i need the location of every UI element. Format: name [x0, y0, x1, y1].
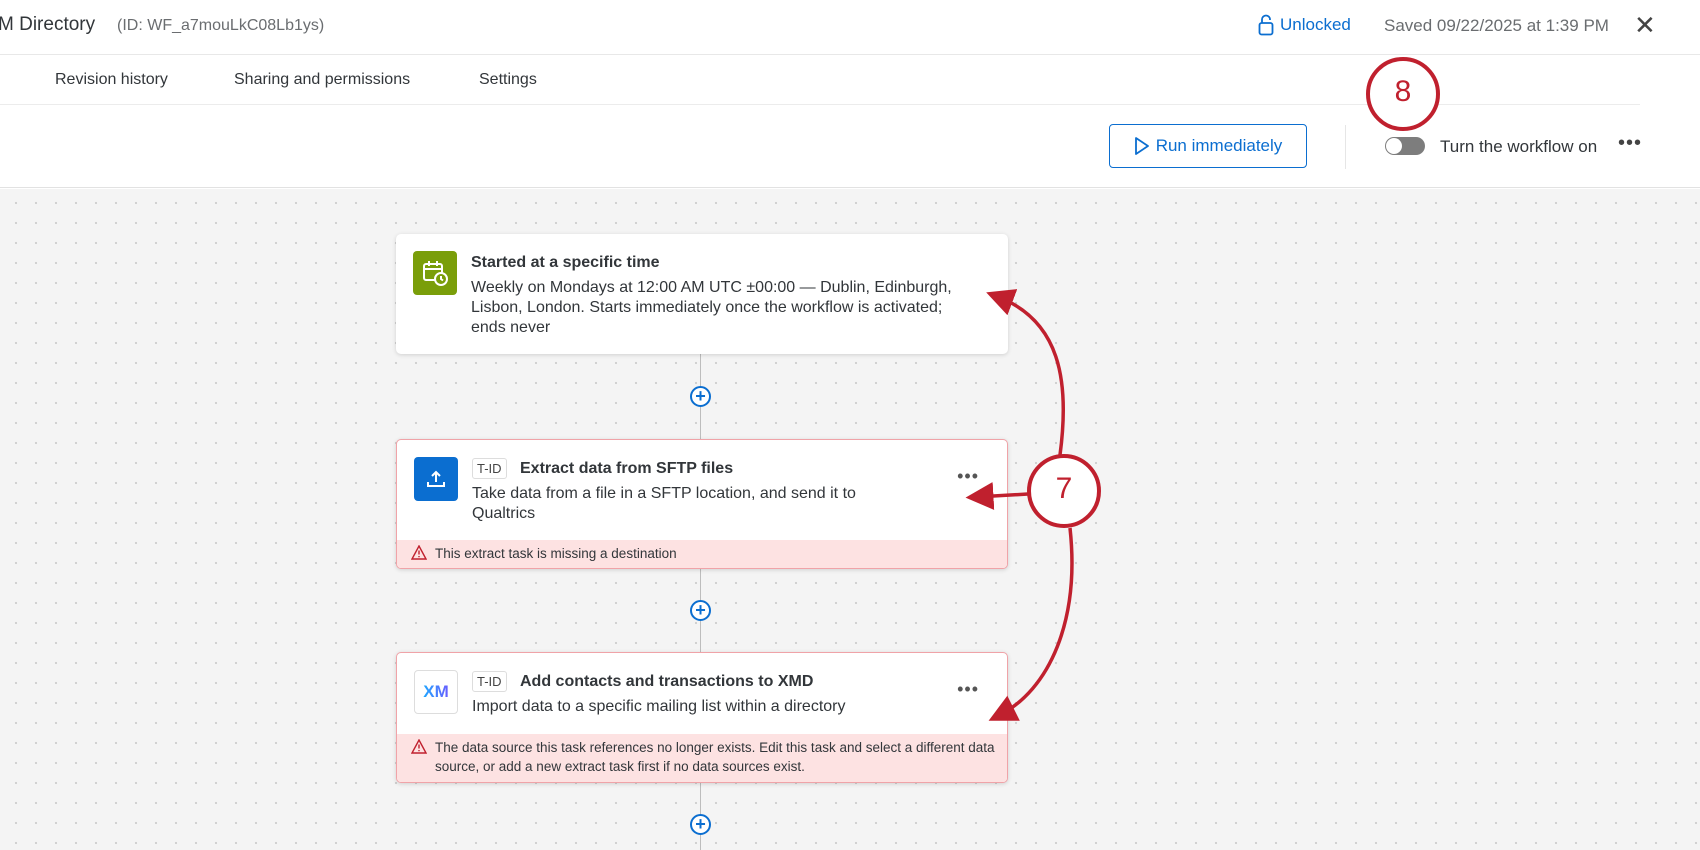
annotation-arrow	[988, 527, 1074, 721]
annotation-overlay	[965, 57, 1440, 721]
annotation-arrow	[965, 482, 1029, 510]
callout-7-label: 7	[1055, 472, 1073, 505]
annotation-arrow	[986, 289, 1066, 456]
callout-8-label: 8	[1394, 75, 1412, 108]
